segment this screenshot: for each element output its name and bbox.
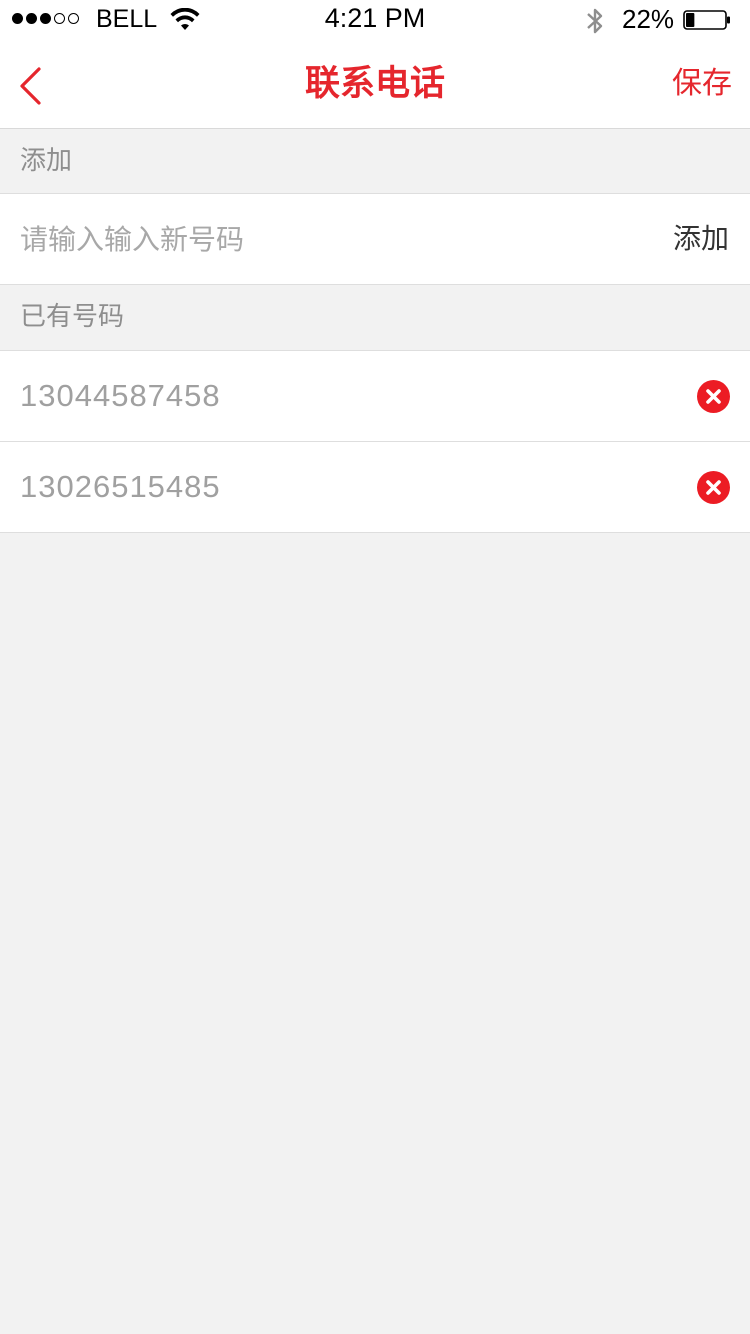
back-button[interactable]	[10, 60, 54, 112]
section-header-label: 已有号码	[20, 302, 125, 332]
list-item: 13044587458	[0, 351, 750, 441]
close-circle-icon	[706, 480, 721, 495]
phone-number: 13026515485	[20, 469, 221, 504]
close-circle-icon	[706, 389, 721, 404]
delete-button[interactable]	[697, 471, 730, 504]
bluetooth-icon	[587, 8, 603, 34]
delete-button[interactable]	[697, 380, 730, 413]
phone-number: 13044587458	[20, 378, 221, 413]
battery-percent: 22%	[622, 4, 675, 34]
section-header-existing: 已有号码	[0, 285, 750, 350]
list-item: 13026515485	[0, 442, 750, 532]
new-number-input[interactable]	[20, 194, 620, 284]
divider	[0, 532, 750, 533]
save-button[interactable]: 保存	[672, 40, 732, 128]
chevron-left-icon	[20, 67, 41, 105]
battery-icon	[683, 10, 730, 30]
add-number-row: 添加	[0, 194, 750, 284]
add-button[interactable]: 添加	[673, 194, 729, 284]
page-title: 联系电话	[304, 64, 445, 104]
navigation-bar: 联系电话 保存	[0, 40, 750, 129]
status-bar: BELL 4:21 PM 22%	[0, 0, 750, 40]
section-header-label: 添加	[20, 146, 73, 176]
battery-fill	[686, 13, 695, 27]
section-header-add: 添加	[0, 129, 750, 193]
